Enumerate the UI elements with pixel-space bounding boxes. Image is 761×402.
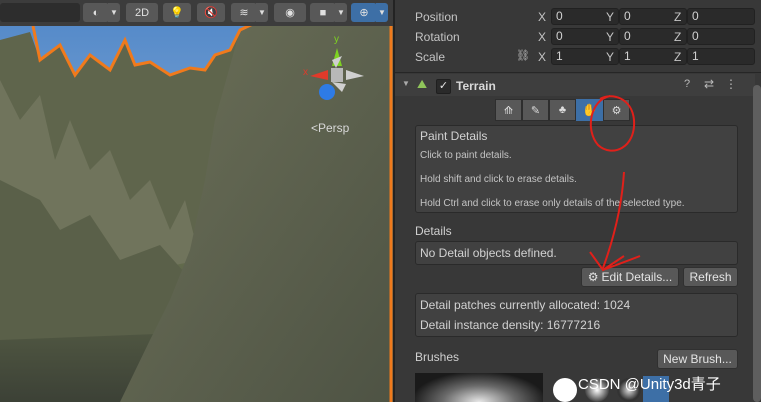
rotation-x-axis: X	[538, 30, 547, 44]
gear-icon: ⚙	[587, 270, 599, 284]
eye-off-icon: ◉	[285, 7, 295, 19]
new-brush-button[interactable]: New Brush...	[657, 349, 738, 369]
gizmos-button[interactable]: ⊕	[351, 3, 377, 22]
audio-button[interactable]: 🔇	[197, 3, 225, 22]
edit-details-label: Edit Details...	[601, 270, 673, 284]
preset-icon[interactable]: ⇄	[704, 77, 714, 91]
paint-details-button[interactable]: ✋	[576, 99, 603, 121]
details-empty-message: No Detail objects defined.	[420, 246, 557, 260]
rotation-label: Rotation	[415, 30, 460, 44]
globe-icon: ⊕	[359, 7, 369, 19]
inspector-scrollbar[interactable]	[753, 85, 761, 402]
refresh-button[interactable]: Refresh	[683, 267, 738, 287]
paint-details-hint-2: Hold shift and click to erase details.	[420, 174, 577, 185]
draw-mode-button[interactable]: ◐	[83, 3, 109, 22]
scale-label: Scale	[415, 50, 446, 64]
terrain-settings-button[interactable]: ⚙	[603, 99, 630, 121]
effects-button[interactable]: ≋	[231, 3, 257, 22]
scene-toolbar: ◐ ▼ 2D 💡 🔇 ≋ ▼ ◉ ■ ▼ ⊕ ▼	[0, 0, 393, 26]
terrain-icon: ⛰	[417, 77, 428, 91]
scene-view[interactable]: y x <Persp ◐ ▼ 2D 💡 🔇 ≋ ▼ ◉ ■ ▼ ⊕ ▼	[0, 0, 393, 402]
lightbulb-icon: 💡	[170, 7, 184, 19]
paint-details-hint-3: Hold Ctrl and click to erase only detail…	[420, 198, 685, 209]
lighting-button[interactable]: 💡	[163, 3, 191, 22]
shading-icon: ◐	[92, 6, 100, 19]
persp-label[interactable]: <Persp	[311, 121, 349, 135]
gizmo-x-label: x	[303, 67, 308, 78]
toolbar-spacer	[0, 3, 80, 22]
raise-terrain-icon: ⟰	[503, 104, 514, 117]
scale-z-field[interactable]: 1	[687, 48, 755, 65]
detail-patches-text: Detail patches currently allocated: 1024	[420, 298, 631, 312]
camera-button[interactable]: ■	[310, 3, 336, 22]
chevron-down-icon[interactable]: ▼	[256, 3, 268, 22]
brush-thumb-hard[interactable]	[553, 378, 577, 402]
inspector-panel: Position X 0 Y 0 Z 0 Rotation X 0 Y 0 Z …	[393, 0, 761, 402]
paint-brush-icon: ✎	[530, 104, 541, 117]
layers-icon: ≋	[239, 7, 249, 19]
enabled-checkbox[interactable]: ✓	[436, 79, 451, 94]
grass-hand-icon: ✋	[582, 103, 597, 117]
rotation-z-field[interactable]: 0	[687, 28, 755, 45]
link-icon[interactable]: ⛓	[516, 49, 530, 62]
scale-y-axis: Y	[606, 50, 615, 64]
2d-toggle-button[interactable]: 2D	[126, 3, 158, 22]
chevron-down-icon[interactable]: ▼	[376, 3, 388, 22]
foldout-arrow-icon[interactable]: ▼	[402, 79, 410, 88]
watermark: CSDN @Unity3d青子	[578, 376, 721, 393]
tree-icon: ♣	[558, 104, 567, 116]
divider	[395, 72, 761, 73]
camera-icon: ■	[319, 6, 327, 19]
edit-details-button[interactable]: ⚙ Edit Details...	[581, 267, 679, 287]
paint-details-title: Paint Details	[420, 129, 488, 143]
component-title: Terrain	[456, 79, 496, 93]
details-heading: Details	[415, 224, 452, 238]
position-x-axis: X	[538, 10, 547, 24]
scale-z-axis: Z	[674, 50, 682, 64]
speaker-mute-icon: 🔇	[204, 7, 218, 19]
kebab-menu-icon[interactable]: ⋮	[725, 77, 737, 91]
scale-x-axis: X	[538, 50, 547, 64]
gizmo-y-label: y	[334, 34, 339, 45]
orientation-gizmo[interactable]	[302, 34, 372, 114]
raise-lower-tool-button[interactable]: ⟰	[495, 99, 522, 121]
help-icon[interactable]: ?	[684, 78, 690, 90]
position-label: Position	[415, 10, 458, 24]
paint-trees-button[interactable]: ♣	[549, 99, 576, 121]
chevron-down-icon[interactable]: ▼	[108, 3, 120, 22]
chevron-down-icon[interactable]: ▼	[335, 3, 347, 22]
rotation-z-axis: Z	[674, 30, 682, 44]
brush-preview[interactable]	[415, 373, 543, 402]
position-z-field[interactable]: 0	[687, 8, 755, 25]
paint-details-hint-1: Click to paint details.	[420, 150, 512, 161]
gear-icon: ⚙	[611, 104, 622, 117]
brushes-heading: Brushes	[415, 350, 460, 364]
rotation-y-axis: Y	[606, 30, 615, 44]
position-y-axis: Y	[606, 10, 615, 24]
detail-density-text: Detail instance density: 16777216	[420, 318, 601, 332]
position-z-axis: Z	[674, 10, 682, 24]
hidden-objects-button[interactable]: ◉	[274, 3, 306, 22]
paint-tool-button[interactable]: ✎	[522, 99, 549, 121]
